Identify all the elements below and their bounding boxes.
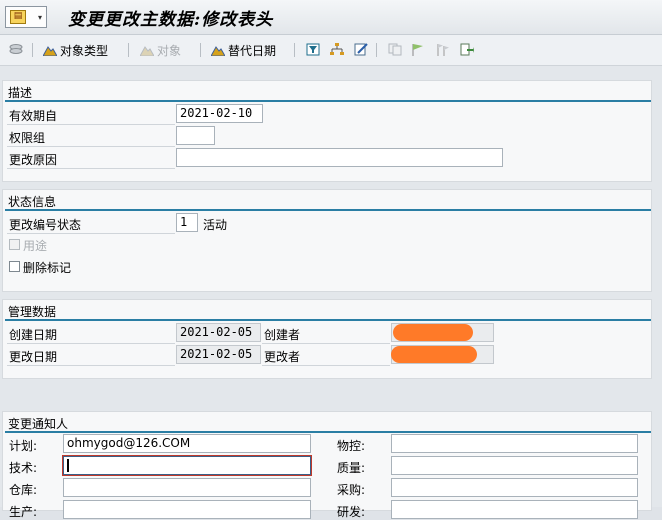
status-panel: 状态信息 更改编号状态 1 活动 用途 删除标记 — [2, 189, 652, 292]
created-on-field: 2021-02-05 — [176, 323, 261, 342]
flag-icon[interactable] — [411, 43, 425, 56]
toolbar-separator — [376, 43, 377, 57]
production-field[interactable] — [63, 500, 311, 519]
description-panel: 描述 有效期自 2021-02-10 权限组 更改原因 — [2, 80, 652, 182]
authorization-group-field[interactable] — [176, 126, 215, 145]
divider — [5, 319, 651, 321]
usage-checkbox[interactable] — [9, 239, 20, 250]
divider — [5, 100, 651, 102]
hierarchy-icon[interactable] — [330, 43, 344, 56]
mountain-icon — [43, 46, 57, 56]
redaction-mark — [393, 324, 473, 341]
object-label: 对象 — [157, 43, 182, 58]
toolbar-separator — [32, 43, 33, 57]
deletion-flag-checkbox[interactable] — [9, 261, 20, 272]
page-title: 变更更改主数据:修改表头 — [68, 10, 274, 30]
toolbar-separator — [294, 43, 295, 57]
alternative-date-button[interactable]: 替代日期 — [211, 41, 276, 59]
mountain-icon — [211, 46, 225, 56]
chevron-down-icon: ▾ — [37, 13, 42, 22]
rnd-field[interactable] — [391, 500, 638, 519]
document-export-icon[interactable] — [460, 43, 474, 56]
material-control-label: 物控: — [337, 439, 366, 453]
warehouse-label: 仓库: — [9, 483, 38, 497]
divider — [5, 431, 651, 433]
change-number-status-label: 更改编号状态 — [9, 218, 82, 232]
object-button[interactable]: 对象 — [140, 41, 181, 59]
deletion-flag-label: 删除标记 — [23, 261, 72, 275]
flags-icon[interactable] — [436, 43, 450, 56]
panel-title: 描述 — [8, 86, 33, 100]
copy-icon[interactable] — [388, 43, 402, 56]
changed-on-field: 2021-02-05 — [176, 345, 261, 364]
object-type-button[interactable]: 对象类型 — [43, 41, 108, 59]
plan-field[interactable]: ohmygod@126.COM — [63, 434, 311, 453]
change-reason-field[interactable] — [176, 148, 503, 167]
quality-label: 质量: — [337, 461, 366, 475]
status-text: 活动 — [203, 218, 228, 232]
changed-on-label: 更改日期 — [9, 350, 58, 364]
quality-field[interactable] — [391, 456, 638, 475]
filter-icon[interactable] — [306, 43, 320, 56]
system-menu-button[interactable]: ▤ ▾ — [5, 6, 47, 28]
purchase-label: 采购: — [337, 483, 366, 497]
material-control-field[interactable] — [391, 434, 638, 453]
production-label: 生产: — [9, 505, 38, 519]
content-area: 描述 有效期自 2021-02-10 权限组 更改原因 状态信息 更改编号状态 … — [0, 66, 662, 519]
created-on-label: 创建日期 — [9, 328, 58, 342]
rnd-label: 研发: — [337, 505, 366, 519]
valid-from-field[interactable]: 2021-02-10 — [176, 104, 263, 123]
tech-label: 技术: — [9, 461, 38, 475]
alternative-date-label: 替代日期 — [228, 43, 277, 58]
notification-panel: 变更通知人 计划: ohmygod@126.COM 物控: 技术: 质量: 仓库… — [2, 411, 652, 519]
text-cursor — [67, 459, 69, 472]
change-number-status-field[interactable]: 1 — [176, 213, 198, 232]
toolbar-separator — [128, 43, 129, 57]
edit-icon[interactable] — [354, 43, 368, 56]
purchase-field[interactable] — [391, 478, 638, 497]
divider — [5, 209, 651, 211]
usage-label: 用途 — [23, 239, 48, 253]
change-reason-label: 更改原因 — [9, 153, 58, 167]
created-by-label: 创建者 — [264, 328, 301, 342]
authorization-group-label: 权限组 — [9, 131, 46, 145]
title-bar: ▤ ▾ 变更更改主数据:修改表头 — [0, 0, 662, 35]
application-toolbar: 对象类型 对象 替代日期 — [0, 35, 662, 66]
sap-menu-icon: ▤ — [10, 10, 26, 24]
plan-label: 计划: — [9, 439, 38, 453]
tech-field[interactable] — [63, 456, 311, 475]
toolbar-separator — [200, 43, 201, 57]
panel-title: 管理数据 — [8, 305, 57, 319]
stack-icon[interactable] — [8, 41, 24, 59]
admin-panel: 管理数据 创建日期 2021-02-05 创建者 更改日期 2021-02-05… — [2, 299, 652, 379]
redaction-mark — [391, 346, 477, 363]
panel-title: 变更通知人 — [8, 417, 69, 431]
warehouse-field[interactable] — [63, 478, 311, 497]
changed-by-label: 更改者 — [264, 350, 301, 364]
panel-title: 状态信息 — [8, 195, 57, 209]
object-type-label: 对象类型 — [60, 43, 109, 58]
mountain-icon — [140, 46, 154, 56]
valid-from-label: 有效期自 — [9, 109, 58, 123]
